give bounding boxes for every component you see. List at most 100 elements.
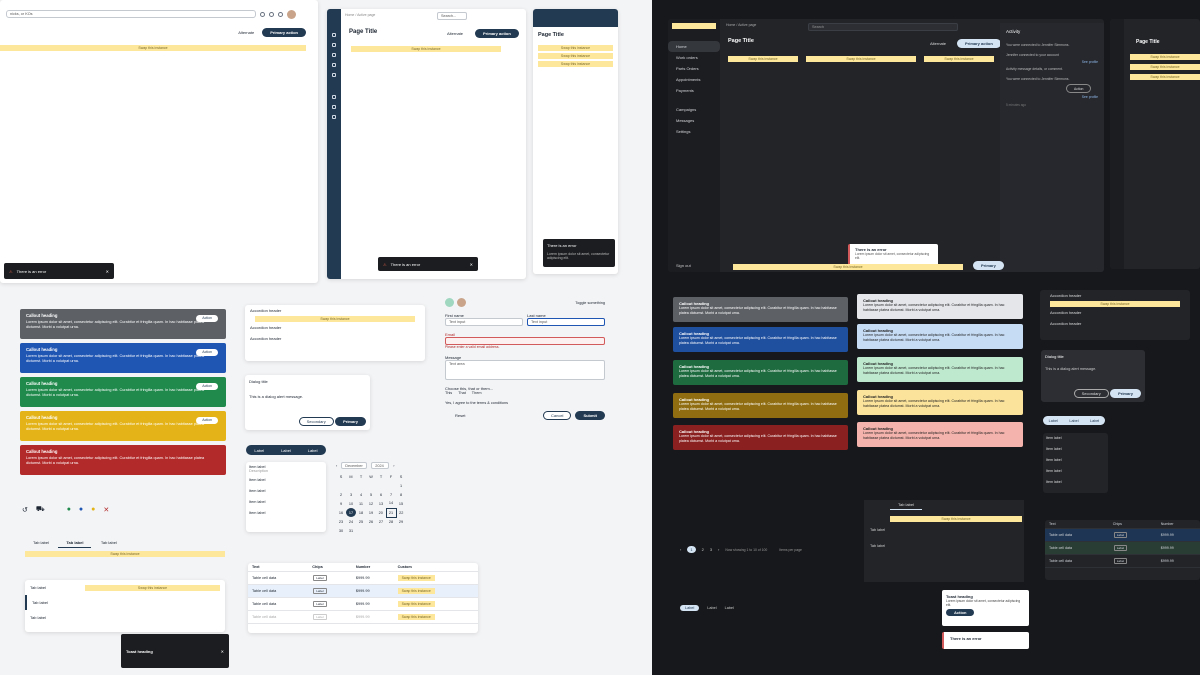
undo-icon[interactable]: ↺	[22, 506, 28, 514]
alternate-button[interactable]: Alternate	[930, 41, 946, 46]
calendar-day[interactable]: 30	[336, 526, 346, 535]
callout-action-button[interactable]: Action	[196, 315, 218, 322]
nav-item-campaigns[interactable]: Campaigns	[668, 104, 720, 115]
vtab-2-active[interactable]: Tab label	[25, 595, 80, 610]
list-item[interactable]: Item label	[1046, 458, 1105, 469]
column-header[interactable]: Text	[1045, 520, 1109, 529]
table-row[interactable]: Table cell data Label $999.99 Swap this ins…	[248, 571, 478, 585]
list-item[interactable]: Item label Description	[249, 465, 323, 478]
column-header[interactable]: Number	[351, 563, 394, 572]
calendar-day[interactable]: 13	[376, 499, 386, 508]
close-icon[interactable]: ✕	[106, 269, 109, 274]
calendar-day[interactable]: 29	[396, 517, 406, 526]
year-select[interactable]: 2024	[371, 462, 390, 469]
nav-item-messages[interactable]: Messages	[668, 115, 720, 126]
toggle-chip-selected[interactable]: Label	[680, 605, 700, 611]
tab-2-active[interactable]: Tab label	[58, 538, 92, 548]
reset-button[interactable]: Reset	[455, 413, 465, 418]
radio-this[interactable]: This	[445, 391, 452, 395]
accordion-item-3[interactable]: Accordion header	[245, 333, 425, 344]
close-icon[interactable]: ✕	[221, 649, 224, 654]
page-1[interactable]: 1	[687, 546, 696, 553]
calendar-day[interactable]: 3	[346, 490, 356, 499]
calendar-day[interactable]: 25	[356, 517, 366, 526]
table-row[interactable]: Table cell data Label $999.99	[1045, 554, 1200, 568]
activity-action-button[interactable]: Action	[1066, 84, 1092, 93]
parts-icon[interactable]	[332, 53, 336, 57]
segment-2[interactable]: Label	[1069, 419, 1078, 423]
grid-icon[interactable]	[278, 11, 283, 17]
home-icon[interactable]	[332, 33, 336, 37]
calendar-day[interactable]: 7	[386, 490, 396, 499]
table-row-selected[interactable]: Table cell data Label $999.99 Swap this ins…	[248, 584, 478, 598]
month-select[interactable]: December	[341, 462, 368, 469]
calendar-day[interactable]: 4	[356, 490, 366, 499]
radio-that[interactable]: That	[458, 391, 466, 395]
calendar-day[interactable]: 2	[336, 490, 346, 499]
column-header[interactable]: Chips	[308, 563, 352, 572]
nav-item-home[interactable]: Home	[668, 41, 720, 52]
close-icon[interactable]: ✕	[470, 262, 473, 267]
search-input[interactable]: Search...	[437, 12, 467, 20]
alternate-button[interactable]: Alternate	[447, 31, 463, 36]
list-item[interactable]: Item label	[249, 500, 323, 511]
calendar-day[interactable]: 27	[376, 517, 386, 526]
page-3[interactable]: 3	[710, 547, 712, 552]
toggle-chip[interactable]: Label	[725, 606, 734, 610]
breadcrumb-home[interactable]: Home	[726, 23, 735, 27]
last-name-input[interactable]: Text input	[527, 318, 605, 326]
radio-them[interactable]: Them	[472, 391, 482, 395]
segment-2[interactable]: Label	[281, 448, 291, 453]
nav-item-parts-orders[interactable]: Parts Orders	[668, 63, 720, 74]
calendar-day[interactable]: 28	[386, 517, 396, 526]
search-input[interactable]: nicks, or KOs	[6, 10, 256, 18]
email-field[interactable]	[445, 337, 605, 345]
calendar-day[interactable]: 9	[336, 499, 346, 508]
primary-button[interactable]: Primary	[1110, 389, 1141, 398]
accordion-item-2[interactable]: Accordion header	[245, 322, 425, 333]
secondary-button[interactable]: Secondary	[298, 417, 334, 426]
alternate-button[interactable]: Alternate	[238, 30, 254, 35]
primary-button[interactable]: Primary	[973, 261, 1004, 270]
calendar-day[interactable]: 1	[396, 481, 406, 490]
sign-out-link[interactable]: Sign out	[676, 263, 691, 268]
first-name-input[interactable]: Text input	[445, 318, 523, 326]
toggle-chip[interactable]: Label	[707, 606, 716, 610]
column-header[interactable]: Text	[248, 563, 309, 572]
calendar-day[interactable]: 6	[376, 490, 386, 499]
tab-active[interactable]: Tab label	[890, 500, 923, 510]
callout-action-button[interactable]: Action	[196, 349, 218, 356]
calendar-day-selected[interactable]: 17	[346, 508, 356, 517]
toast-action-button[interactable]: Action	[946, 609, 975, 616]
calendar-day[interactable]: 31	[346, 526, 356, 535]
messages-icon[interactable]	[332, 105, 336, 109]
table-row[interactable]: Table cell data Label $999.99	[1045, 541, 1200, 555]
calendar-icon[interactable]	[332, 63, 336, 67]
list-item[interactable]: Item label	[1046, 447, 1105, 458]
segment-1[interactable]: Label	[254, 448, 264, 453]
table-row-selected[interactable]: Table cell data Label $999.99	[1045, 528, 1200, 542]
calendar-day[interactable]: 24	[346, 517, 356, 526]
segment-1[interactable]: Label	[1049, 419, 1058, 423]
list-item[interactable]: Item label	[249, 478, 323, 489]
calendar-day[interactable]: 16	[336, 508, 346, 517]
campaigns-icon[interactable]	[332, 95, 336, 99]
submit-button[interactable]: Submit	[575, 411, 605, 420]
list-item[interactable]: Item label	[1046, 480, 1105, 491]
segment-3[interactable]: Label	[1090, 419, 1099, 423]
primary-action-button[interactable]: Primary action	[957, 39, 1001, 48]
secondary-button[interactable]: Secondary	[1073, 389, 1109, 398]
column-header[interactable]: Chips	[1108, 520, 1157, 529]
list-item[interactable]: Item label	[249, 489, 323, 500]
table-row[interactable]: Table cell data Label $999.99 Swap this ins…	[248, 597, 478, 611]
tab-3[interactable]: Tab label	[93, 538, 125, 547]
calendar-day[interactable]: 20	[376, 508, 386, 517]
calendar-day[interactable]: 5	[366, 490, 376, 499]
breadcrumb-home[interactable]: Home	[345, 13, 354, 17]
nav-item-appointments[interactable]: Appointments	[668, 74, 720, 85]
accordion-header[interactable]: Accordion header	[1040, 307, 1190, 318]
chevron-left-icon[interactable]: ‹	[336, 464, 337, 468]
column-header[interactable]: Number	[1156, 520, 1200, 529]
calendar-day[interactable]: 8	[396, 490, 406, 499]
accordion-item-1[interactable]: Accordion header	[245, 305, 425, 316]
